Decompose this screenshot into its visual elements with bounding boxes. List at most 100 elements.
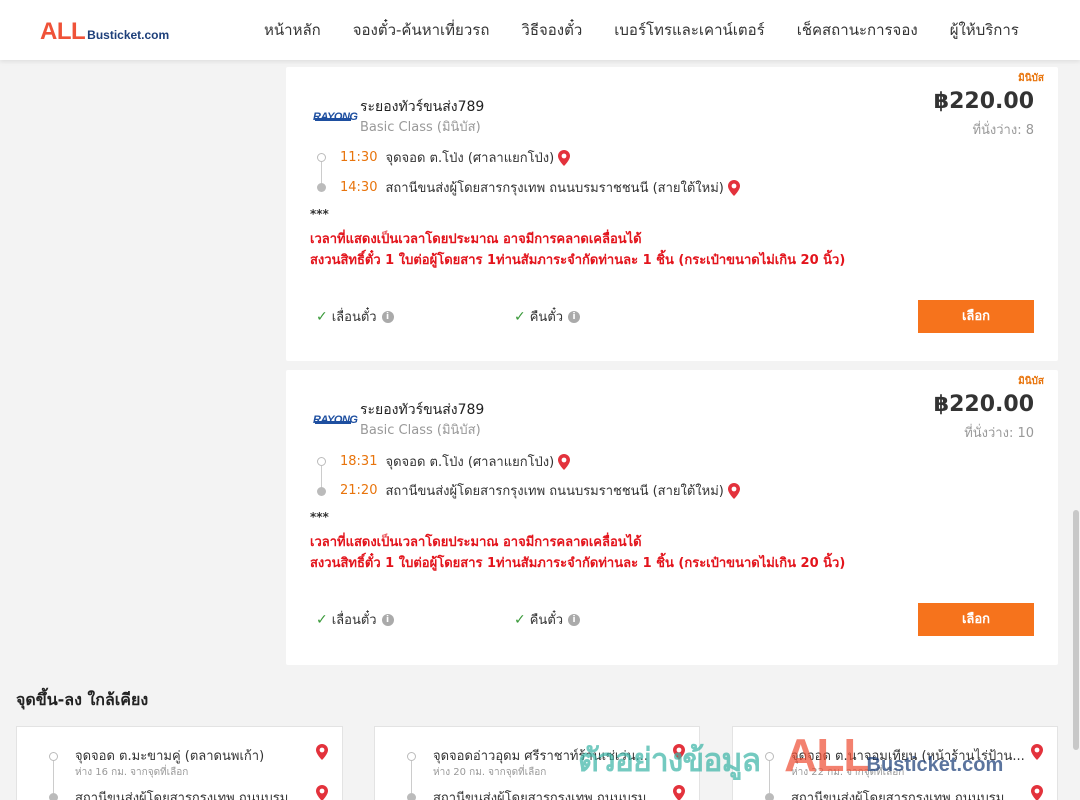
- map-pin-icon[interactable]: [673, 785, 685, 800]
- trip-card: มินิบัส RAYONG ระยองทัวร์ขนส่ง789 Basic …: [286, 67, 1058, 361]
- departure-time: 11:30: [340, 150, 378, 165]
- check-icon: ✓: [514, 308, 526, 325]
- info-icon[interactable]: i: [568, 613, 581, 626]
- nearby-stop-name: จุดจอด ต.นาจอมเทียน (หน้าร้านไร่ป้าน...: [791, 749, 1025, 764]
- timeline-end-dot: [317, 183, 326, 192]
- map-pin-icon[interactable]: [1031, 744, 1043, 760]
- nearby-stop-distance: ห่าง 22 กม. จากจุดที่เลือก: [791, 767, 905, 778]
- map-pin-icon[interactable]: [1031, 785, 1043, 800]
- time-disclaimer: เวลาที่แสดงเป็นเวลาโดยประมาณ อาจมีการคลา…: [310, 535, 642, 550]
- trip-card: มินิบัส RAYONG ระยองทัวร์ขนส่ง789 Basic …: [286, 370, 1058, 665]
- operator-name: ระยองทัวร์ขนส่ง789: [360, 402, 485, 418]
- map-pin-icon[interactable]: [727, 482, 740, 499]
- timeline-end-dot: [407, 793, 416, 800]
- reschedule-label: เลื่อนตั๋ว: [331, 613, 377, 628]
- departure-time: 18:31: [340, 454, 378, 469]
- ticket-price: ฿220.00: [933, 392, 1034, 417]
- time-disclaimer: เวลาที่แสดงเป็นเวลาโดยประมาณ อาจมีการคลา…: [310, 232, 642, 247]
- nav-operators[interactable]: ผู้ให้บริการ: [950, 18, 1019, 42]
- service-class: Basic Class (มินิบัส): [360, 120, 481, 135]
- operator-logo-text: RAYONG: [313, 111, 358, 123]
- refund-feature: ✓ คืนตั๋ว i: [514, 306, 581, 327]
- check-icon: ✓: [514, 611, 526, 628]
- arrival-stop: 21:20 สถานีขนส่งผู้โดยสารกรุงเทพ ถนนบรมร…: [340, 480, 740, 501]
- main-nav: หน้าหลัก จองตั๋ว-ค้นหาเที่ยวรถ วิธีจองตั…: [248, 0, 1035, 60]
- refund-feature: ✓ คืนตั๋ว i: [514, 609, 581, 630]
- note-stars: ***: [310, 207, 329, 221]
- map-pin-icon[interactable]: [558, 149, 571, 166]
- arrival-time: 21:20: [340, 483, 378, 498]
- map-pin-icon[interactable]: [316, 744, 328, 760]
- nav-book-search[interactable]: จองตั๋ว-ค้นหาเที่ยวรถ: [353, 18, 490, 42]
- service-class: Basic Class (มินิบัส): [360, 423, 481, 438]
- operator-logo: RAYONG: [313, 105, 358, 123]
- refund-label: คืนตั๋ว: [529, 613, 564, 628]
- map-pin-icon[interactable]: [558, 453, 571, 470]
- info-icon[interactable]: i: [381, 310, 394, 323]
- timeline-start-dot: [765, 752, 774, 761]
- timeline-start-dot: [317, 153, 326, 162]
- arrival-stop: 14:30 สถานีขนส่งผู้โดยสารกรุงเทพ ถนนบรมร…: [340, 177, 740, 198]
- ticket-price: ฿220.00: [933, 89, 1034, 114]
- select-trip-button[interactable]: เลือก: [918, 603, 1034, 636]
- nav-home[interactable]: หน้าหลัก: [264, 18, 321, 42]
- timeline-end-dot: [317, 487, 326, 496]
- timeline-start-dot: [49, 752, 58, 761]
- timeline-start-dot: [317, 457, 326, 466]
- luggage-notice: สงวนสิทธิ์ตั๋ว 1 ใบต่อผู้โดยสาร 1ท่านสัม…: [310, 556, 846, 571]
- timeline-end-dot: [49, 793, 58, 800]
- nearby-stop-card[interactable]: จุดจอดอ่าวอุดม ศรีราชาท์ร้านเซ่เว่น... ห…: [374, 726, 700, 800]
- map-pin-icon[interactable]: [727, 179, 740, 196]
- nearby-stop-name: จุดจอดอ่าวอุดม ศรีราชาท์ร้านเซ่เว่น...: [433, 749, 648, 764]
- timeline-line: [321, 466, 322, 488]
- nearby-stop-name: จุดจอด ต.มะขามคู่ (ตลาดนพเก้า): [75, 749, 265, 764]
- operator-logo-text: RAYONG: [313, 414, 358, 426]
- refund-label: คืนตั๋ว: [529, 310, 564, 325]
- timeline-line: [411, 761, 412, 793]
- check-icon: ✓: [316, 308, 328, 325]
- info-icon[interactable]: i: [568, 310, 581, 323]
- nearby-stop-distance: ห่าง 16 กม. จากจุดที่เลือก: [75, 767, 189, 778]
- info-icon[interactable]: i: [381, 613, 394, 626]
- luggage-notice: สงวนสิทธิ์ตั๋ว 1 ใบต่อผู้โดยสาร 1ท่านสัม…: [310, 253, 846, 268]
- nearby-stop-card[interactable]: จุดจอด ต.มะขามคู่ (ตลาดนพเก้า) ห่าง 16 ก…: [16, 726, 343, 800]
- nearby-stop-destination: สถานีขนส่งผู้โดยสารกรุงเทพ ถนนบรม...: [433, 791, 659, 800]
- operator-name: ระยองทัวร์ขนส่ง789: [360, 99, 485, 115]
- top-header: ALL Busticket.com หน้าหลัก จองตั๋ว-ค้นหา…: [0, 0, 1080, 60]
- logo-domain-text: Busticket.com: [87, 28, 170, 42]
- map-pin-icon[interactable]: [673, 744, 685, 760]
- operator-logo: RAYONG: [313, 408, 358, 426]
- departure-stop: 18:31 จุดจอด ต.โป่ง (ศาลาแยกโป่ง): [340, 451, 571, 472]
- logo-all-text: ALL: [40, 18, 86, 45]
- page-scrollbar[interactable]: [1072, 60, 1080, 800]
- nearby-stop-card[interactable]: จุดจอด ต.นาจอมเทียน (หน้าร้านไร่ป้าน... …: [732, 726, 1058, 800]
- seats-available: ที่นั่งว่าง: 10: [964, 426, 1034, 441]
- reschedule-feature: ✓ เลื่อนตั๋ว i: [316, 306, 394, 327]
- timeline-line: [769, 761, 770, 793]
- nav-contact-counter[interactable]: เบอร์โทรและเคาน์เตอร์: [614, 18, 764, 42]
- vehicle-type-badge: มินิบัส: [1018, 376, 1044, 387]
- nav-check-booking[interactable]: เช็คสถานะการจอง: [797, 18, 918, 42]
- nearby-stop-destination: สถานีขนส่งผู้โดยสารกรุงเทพ ถนนบรม...: [791, 791, 1017, 800]
- vehicle-type-badge: มินิบัส: [1018, 73, 1044, 84]
- nearby-stops-title: จุดขึ้น-ลง ใกล้เคียง: [16, 690, 149, 709]
- departure-place: จุดจอด ต.โป่ง (ศาลาแยกโป่ง): [385, 151, 555, 166]
- reschedule-feature: ✓ เลื่อนตั๋ว i: [316, 609, 394, 630]
- timeline-line: [321, 162, 322, 184]
- scrollbar-thumb[interactable]: [1073, 510, 1079, 750]
- note-stars: ***: [310, 510, 329, 524]
- seats-available: ที่นั่งว่าง: 8: [972, 123, 1034, 138]
- site-logo[interactable]: ALL Busticket.com: [40, 18, 169, 46]
- reschedule-label: เลื่อนตั๋ว: [331, 310, 377, 325]
- nav-how-to-book[interactable]: วิธีจองตั๋ว: [521, 18, 582, 42]
- departure-place: จุดจอด ต.โป่ง (ศาลาแยกโป่ง): [385, 455, 555, 470]
- select-trip-button[interactable]: เลือก: [918, 300, 1034, 333]
- timeline-start-dot: [407, 752, 416, 761]
- arrival-place: สถานีขนส่งผู้โดยสารกรุงเทพ ถนนบรมราชชนนี…: [385, 181, 724, 196]
- map-pin-icon[interactable]: [316, 785, 328, 800]
- departure-stop: 11:30 จุดจอด ต.โป่ง (ศาลาแยกโป่ง): [340, 147, 571, 168]
- nearby-stop-destination: สถานีขนส่งผู้โดยสารกรุงเทพ ถนนบรม...: [75, 791, 301, 800]
- timeline-line: [53, 761, 54, 793]
- arrival-place: สถานีขนส่งผู้โดยสารกรุงเทพ ถนนบรมราชชนนี…: [385, 484, 724, 499]
- nearby-stop-distance: ห่าง 20 กม. จากจุดที่เลือก: [433, 767, 547, 778]
